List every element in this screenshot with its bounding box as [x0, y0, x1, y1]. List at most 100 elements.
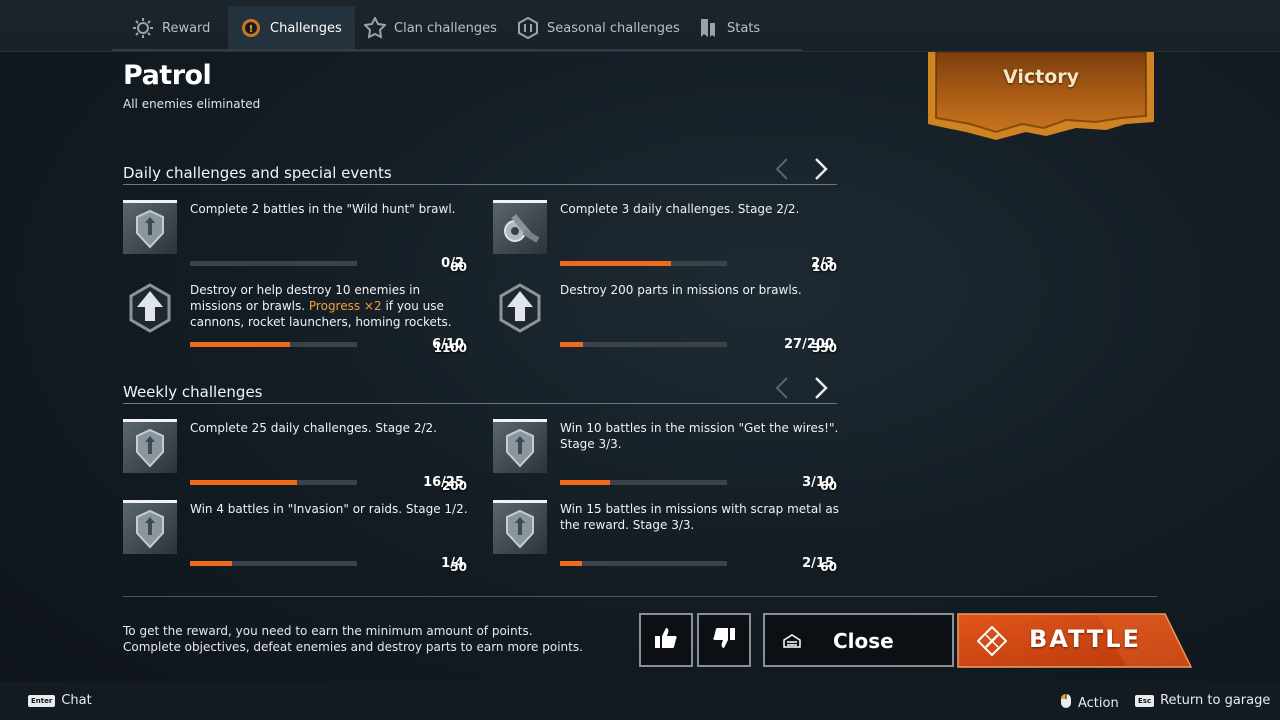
tab-label: Challenges: [270, 20, 342, 36]
challenge-count: 16/25: [423, 475, 464, 490]
daily-section-title: Daily challenges and special events: [123, 164, 392, 182]
return-to-garage-label: Return to garage: [1160, 693, 1271, 708]
reward-icon: [132, 17, 154, 39]
victory-banner: Victory: [926, 51, 1156, 150]
challenge-progress-bar: [560, 261, 727, 266]
challenge-card: 1100 Destroy or help destroy 10 enemies …: [123, 281, 468, 355]
challenge-card: 200 Complete 25 daily challenges. Stage …: [123, 419, 468, 493]
challenge-card: 60 Win 15 battles in missions with scrap…: [493, 500, 839, 574]
progress-multiplier: Progress ×2: [308, 299, 382, 313]
crest-icon: [493, 500, 547, 554]
challenge-card: 350 Destroy 200 parts in missions or bra…: [493, 281, 838, 355]
chat-hint[interactable]: Enter Chat: [28, 693, 92, 708]
challenge-count: 6/10: [432, 337, 464, 352]
enter-key-icon: Enter: [28, 694, 56, 707]
tab-underline: [112, 49, 802, 51]
crest-icon: [123, 500, 177, 554]
tab-stats[interactable]: Stats: [685, 6, 772, 50]
close-label: Close: [833, 629, 894, 653]
mouse-icon: [1060, 693, 1072, 713]
mission-title: Patrol: [123, 60, 212, 91]
like-button[interactable]: [639, 613, 693, 667]
challenge-description: Complete 3 daily challenges. Stage 2/2.: [560, 202, 800, 216]
weekly-section-header: Weekly challenges: [123, 372, 837, 404]
action-label: Action: [1078, 695, 1119, 711]
challenges-icon: !: [240, 17, 262, 39]
tab-clan-challenges[interactable]: Clan challenges: [352, 6, 509, 50]
mission-subtitle: All enemies eliminated: [123, 97, 261, 111]
challenge-card: 80 Complete 2 battles in the "Wild hunt"…: [123, 200, 468, 274]
challenge-description: Destroy 200 parts in missions or brawls.: [560, 283, 802, 297]
challenge-count: 0/2: [441, 256, 464, 271]
challenge-progress-bar: [190, 480, 357, 485]
progress-fill: [560, 342, 583, 347]
battle-icon: [976, 625, 1008, 660]
tab-label: Clan challenges: [394, 20, 497, 36]
return-to-garage-hint[interactable]: Esc Return to garage: [1135, 693, 1270, 708]
reward-info-line: Complete objectives, defeat enemies and …: [123, 640, 583, 654]
battle-button[interactable]: BATTLE: [957, 613, 1193, 668]
challenge-card: 100 Complete 3 daily challenges. Stage 2…: [493, 200, 838, 274]
clan-icon: [364, 17, 386, 39]
crest-icon: [493, 419, 547, 473]
crest-icon: [123, 200, 177, 254]
battle-label: BATTLE: [1029, 625, 1141, 653]
challenge-description: Win 10 battles in the mission "Get the w…: [560, 421, 839, 451]
challenge-progress-bar: [560, 342, 727, 347]
daily-prev-button[interactable]: [768, 155, 796, 183]
challenge-progress-bar: [190, 561, 357, 566]
divider: [123, 596, 1157, 597]
progress-fill: [190, 342, 291, 347]
weekly-prev-button[interactable]: [768, 374, 796, 402]
challenge-description: Complete 25 daily challenges. Stage 2/2.: [190, 421, 437, 435]
challenge-progress-bar: [560, 480, 727, 485]
challenge-count: 1/4: [441, 556, 464, 571]
cannon-icon: [493, 200, 547, 254]
esc-key-icon: Esc: [1135, 694, 1155, 707]
challenge-description: Destroy or help destroy 10 enemies in mi…: [190, 283, 452, 329]
progress-fill: [560, 261, 672, 266]
progress-fill: [190, 480, 297, 485]
daily-section-header: Daily challenges and special events: [123, 153, 837, 185]
footer-bar: Enter Chat Action Esc Return to garage: [0, 682, 1280, 720]
thumbs-up-icon: [653, 625, 679, 655]
tab-label: Reward: [162, 20, 211, 36]
reward-info-line: To get the reward, you need to earn the …: [123, 624, 533, 638]
tab-seasonal-challenges[interactable]: Seasonal challenges: [505, 6, 692, 50]
upgrade-arrow-icon: [123, 281, 177, 335]
challenge-progress-bar: [560, 561, 727, 566]
progress-fill: [560, 561, 583, 566]
weekly-section-title: Weekly challenges: [123, 383, 263, 401]
tab-label: Stats: [727, 20, 761, 36]
tab-reward[interactable]: Reward: [120, 6, 222, 50]
weekly-next-button[interactable]: [807, 374, 835, 402]
reward-info: To get the reward, you need to earn the …: [123, 623, 583, 655]
challenge-description: Win 4 battles in "Invasion" or raids. St…: [190, 502, 468, 516]
daily-next-button[interactable]: [807, 155, 835, 183]
progress-fill: [190, 561, 232, 566]
top-nav: Reward ! Challenges Clan challenges Seas…: [0, 0, 1280, 52]
challenge-card: 60 Win 10 battles in the mission "Get th…: [493, 419, 838, 493]
crest-icon: [123, 419, 177, 473]
upgrade-arrow-icon: [493, 281, 547, 335]
thumbs-down-icon: [711, 625, 737, 655]
svg-text:!: !: [249, 24, 254, 35]
tab-challenges[interactable]: ! Challenges: [228, 6, 355, 50]
stats-icon: [697, 17, 719, 39]
challenge-count: 27/200: [784, 337, 834, 352]
challenge-count: 3/10: [802, 475, 834, 490]
challenge-count: 2/15: [802, 556, 834, 571]
challenge-progress-bar: [190, 342, 357, 347]
progress-fill: [560, 480, 611, 485]
challenge-count: 2/3: [811, 256, 834, 271]
garage-icon: [783, 633, 801, 652]
challenge-description: Win 15 battles in missions with scrap me…: [560, 502, 839, 532]
action-hint[interactable]: Action: [1060, 693, 1119, 713]
challenge-card: 50 Win 4 battles in "Invasion" or raids.…: [123, 500, 468, 574]
challenge-description: Complete 2 battles in the "Wild hunt" br…: [190, 202, 456, 216]
seasonal-icon: [517, 17, 539, 39]
challenge-progress-bar: [190, 261, 357, 266]
close-button[interactable]: Close: [763, 613, 954, 667]
result-label: Victory: [1002, 66, 1080, 88]
dislike-button[interactable]: [697, 613, 751, 667]
